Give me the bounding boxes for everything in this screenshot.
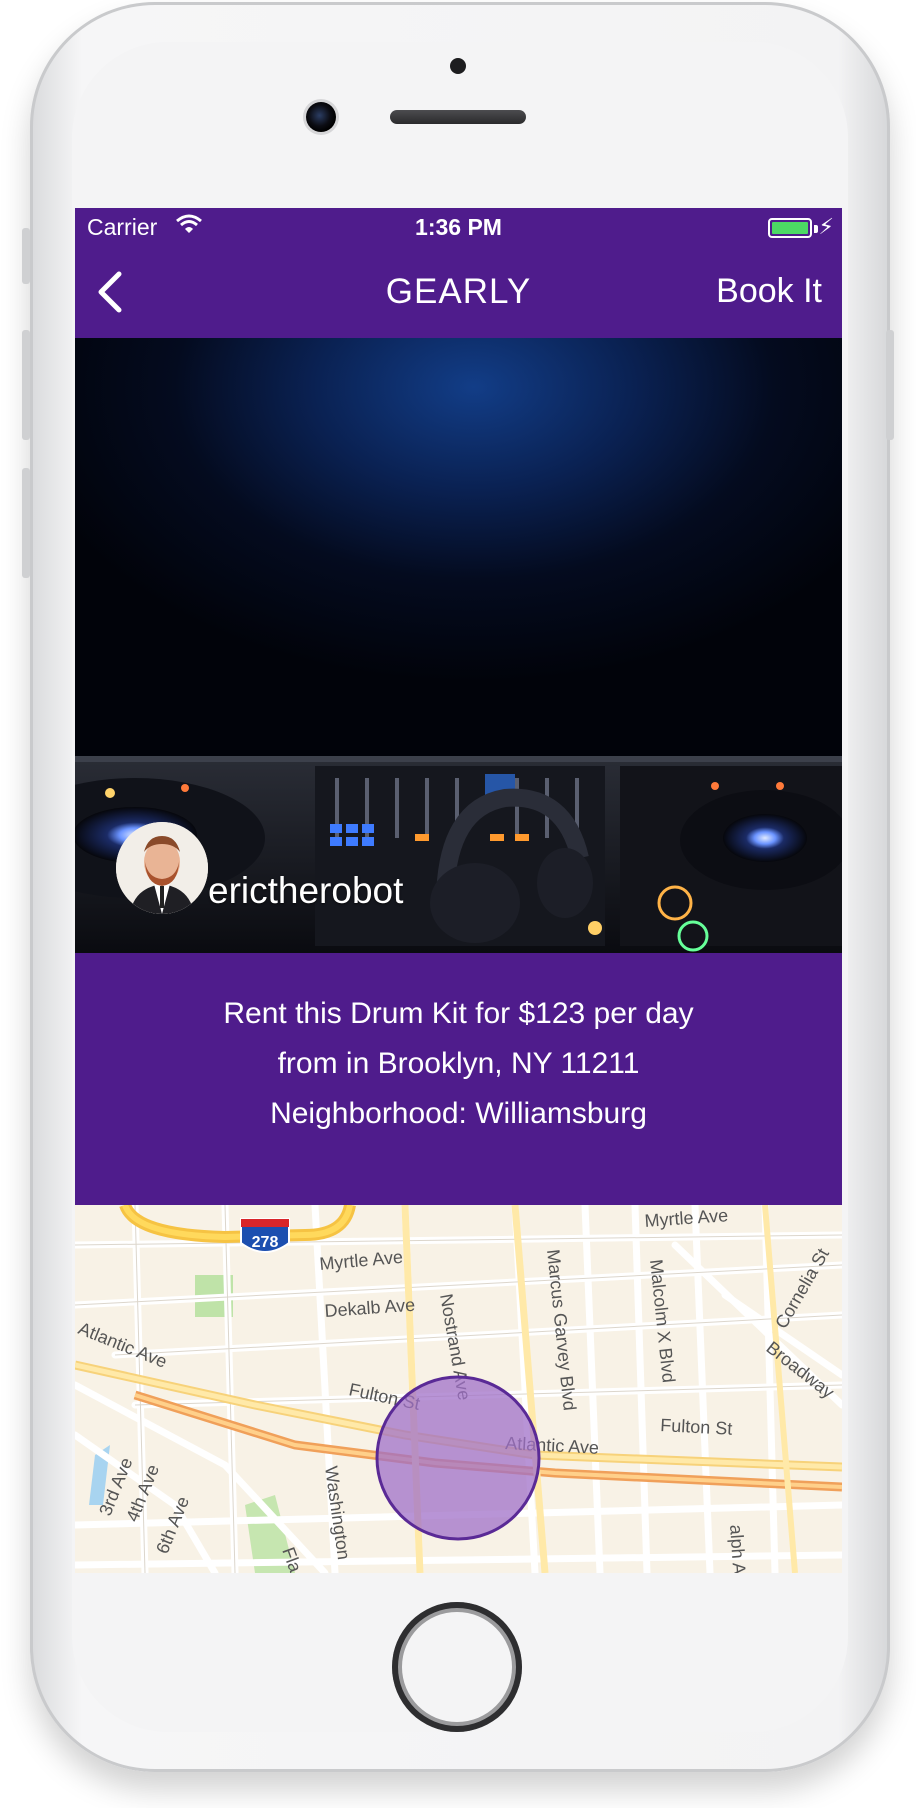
owner-avatar[interactable] xyxy=(116,822,208,914)
battery-icon xyxy=(768,218,812,238)
mute-switch xyxy=(22,228,30,284)
user-portrait-icon xyxy=(116,822,208,914)
volume-down-button xyxy=(22,468,30,578)
listing-details: Rent this Drum Kit for $123 per day from… xyxy=(75,953,842,1205)
highway-number: 278 xyxy=(252,1234,279,1251)
earpiece-speaker xyxy=(390,110,526,124)
battery-level xyxy=(772,222,808,234)
location-line: from in Brooklyn, NY 11211 xyxy=(277,1047,640,1080)
gear-photo: erictherobot xyxy=(75,338,842,953)
power-button xyxy=(886,330,894,440)
listing-area-circle xyxy=(375,1375,541,1541)
map-canvas: 278 Myrtle Ave Myrtle Ave Dekalb Ave Atl… xyxy=(75,1205,842,1573)
clock-label: 1:36 PM xyxy=(415,214,502,240)
proximity-sensor xyxy=(450,58,466,74)
neighborhood-line: Neighborhood: Williamsburg xyxy=(270,1097,647,1130)
location-map[interactable]: 278 Myrtle Ave Myrtle Ave Dekalb Ave Atl… xyxy=(75,1205,842,1573)
navigation-bar: GEARLY Book It xyxy=(75,250,842,338)
street-label: Fulton St xyxy=(660,1415,733,1439)
price-line: Rent this Drum Kit for $123 per day xyxy=(223,997,694,1030)
street-label: alph Ave xyxy=(726,1524,751,1573)
app-screen: Carrier 1:36 PM ⚡︎ GEARLY Book It ericth… xyxy=(75,208,842,1573)
charging-bolt-icon: ⚡︎ xyxy=(818,214,834,239)
home-button[interactable] xyxy=(392,1602,522,1732)
book-it-button[interactable]: Book It xyxy=(716,272,822,311)
owner-username[interactable]: erictherobot xyxy=(208,870,403,912)
battery-tip xyxy=(814,225,818,233)
front-camera xyxy=(306,102,336,132)
volume-up-button xyxy=(22,330,30,440)
status-bar: Carrier 1:36 PM ⚡︎ xyxy=(75,208,842,250)
